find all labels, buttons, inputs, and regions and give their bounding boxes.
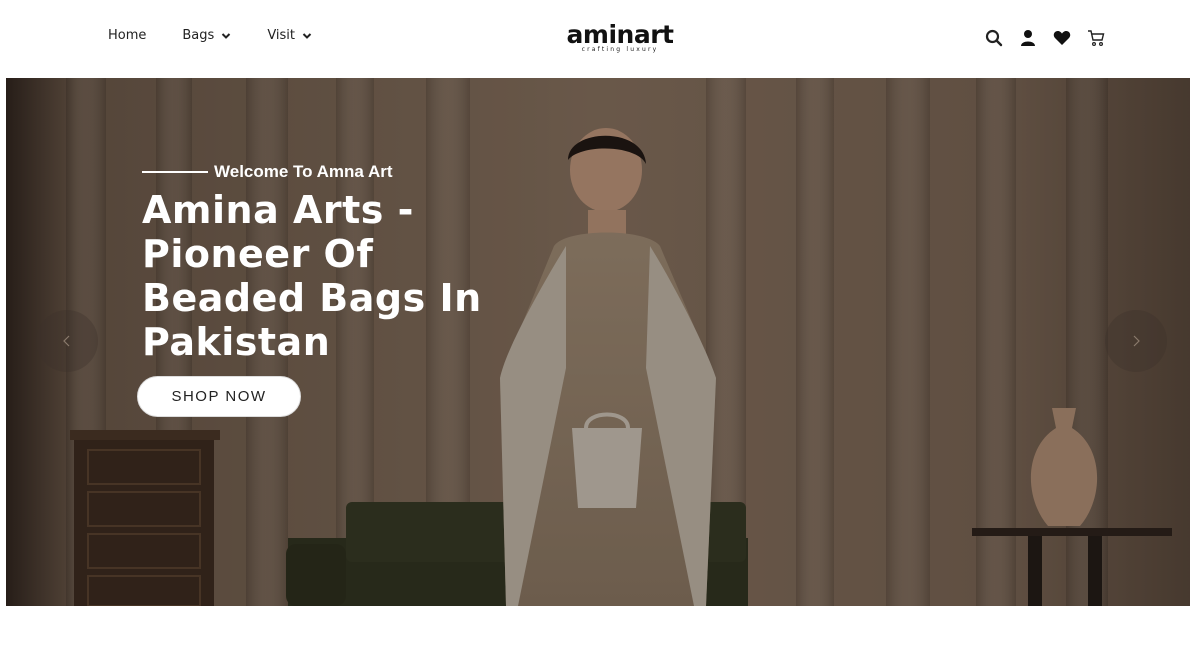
headline-line: Pakistan — [142, 320, 331, 364]
shop-now-button[interactable]: SHOP NOW — [137, 376, 301, 417]
main-nav: Home Bags Visit — [108, 28, 348, 43]
carousel-prev-button[interactable] — [36, 310, 98, 372]
nav-home[interactable]: Home — [108, 28, 146, 43]
headline-line: Amina Arts - — [142, 188, 414, 232]
cart-icon[interactable] — [1086, 28, 1106, 48]
nav-bags[interactable]: Bags — [182, 28, 231, 43]
carousel-next-button[interactable] — [1105, 310, 1167, 372]
headline-line: Beaded Bags In — [142, 276, 482, 320]
site-header: Home Bags Visit aminart crafting luxury — [0, 0, 1190, 78]
nav-visit-label: Visit — [267, 28, 296, 43]
chevron-down-icon — [302, 32, 312, 39]
nav-bags-label: Bags — [182, 28, 215, 43]
welcome-rule — [142, 171, 208, 173]
header-icons — [984, 28, 1106, 48]
user-icon[interactable] — [1018, 28, 1038, 48]
headline-line: Pioneer Of — [142, 232, 374, 276]
search-icon[interactable] — [984, 28, 1004, 48]
nav-home-label: Home — [108, 28, 147, 43]
hero-text: Welcome To Amna Art Amina Arts - Pioneer… — [142, 162, 562, 364]
chevron-down-icon — [222, 32, 231, 39]
hero-welcome-text: Welcome To Amna Art — [214, 162, 393, 181]
hero-banner: Welcome To Amna Art Amina Arts - Pioneer… — [6, 78, 1190, 606]
chevron-left-icon — [63, 335, 70, 347]
heart-icon[interactable] — [1052, 28, 1072, 48]
nav-visit[interactable]: Visit — [267, 28, 312, 43]
chevron-right-icon — [1133, 335, 1140, 347]
hero-welcome: Welcome To Amna Art — [142, 162, 562, 182]
hero-headline: Amina Arts - Pioneer Of Beaded Bags In P… — [142, 188, 562, 364]
site-logo[interactable]: aminart crafting luxury — [561, 20, 679, 54]
logo-wordmark: aminart — [566, 20, 674, 49]
